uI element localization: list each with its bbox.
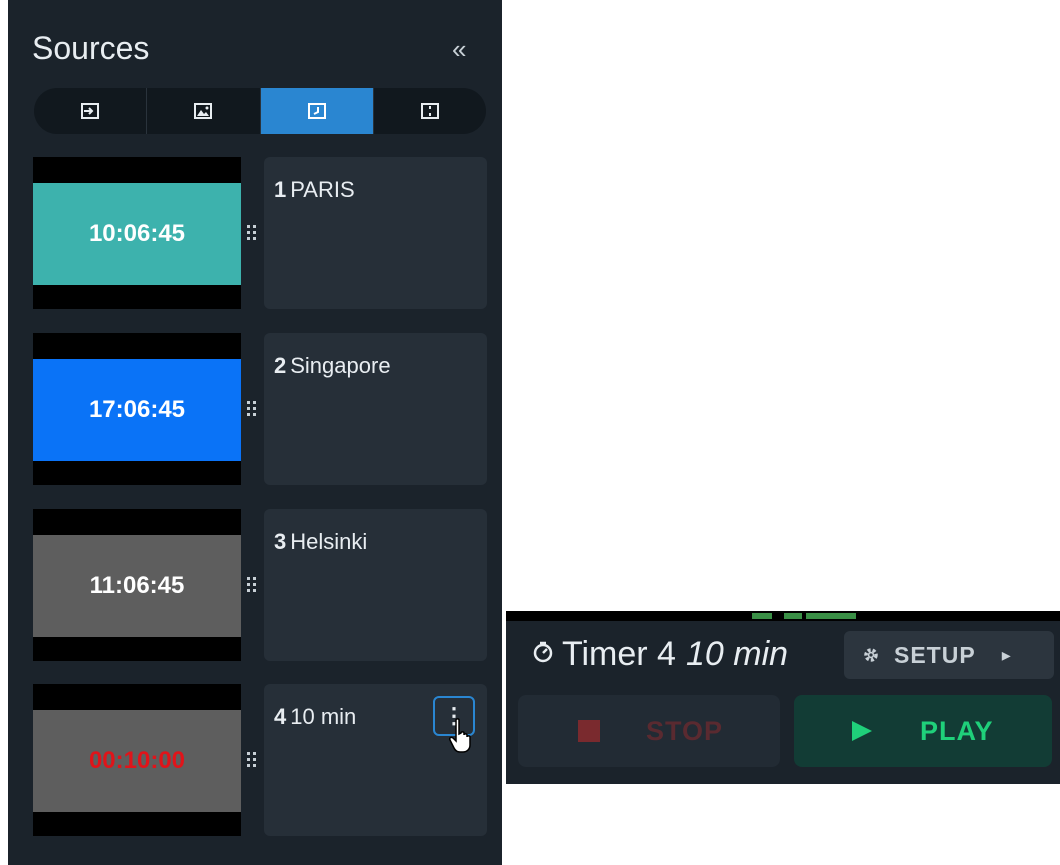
timer-time: 00:10:00	[33, 710, 241, 812]
tab-images[interactable]	[147, 88, 261, 134]
timer-duration: 10 min	[685, 635, 789, 673]
clock-icon	[307, 103, 326, 119]
program-strip	[506, 611, 1060, 621]
hand-cursor-icon	[449, 718, 471, 753]
timer-icon	[533, 641, 553, 663]
timer-title: Timer 4	[562, 635, 676, 673]
source-card[interactable]: 11:06:45 3 Helsinki	[33, 509, 487, 661]
play-icon	[852, 721, 872, 741]
stop-button[interactable]: STOP	[518, 695, 780, 767]
source-number: 1	[274, 177, 287, 202]
source-thumbnail[interactable]: 11:06:45	[33, 509, 241, 661]
source-card[interactable]: 10:06:45 1 PARIS	[33, 157, 487, 309]
timer-control: Timer 4 10 min SETUP ▸ STOP PLAY	[506, 611, 1060, 784]
setup-button[interactable]: SETUP ▸	[844, 631, 1054, 679]
clock-time: 11:06:45	[33, 535, 241, 637]
collapse-icon[interactable]: «	[452, 36, 466, 62]
clock-time: 10:06:45	[33, 183, 241, 285]
source-card[interactable]: 17:06:45 2 Singapore	[33, 333, 487, 485]
drag-handle-icon[interactable]	[247, 401, 257, 417]
tab-inputs[interactable]	[34, 88, 148, 134]
source-type-tabs	[34, 88, 486, 134]
input-icon	[81, 103, 100, 119]
source-info[interactable]: 2 Singapore	[264, 333, 487, 485]
clock-time: 17:06:45	[33, 359, 241, 461]
source-card[interactable]: 00:10:00 4 10 min ⋮	[33, 684, 487, 836]
stop-icon	[578, 720, 600, 742]
source-name: Helsinki	[290, 529, 368, 554]
play-label: PLAY	[920, 715, 994, 746]
image-icon	[194, 103, 213, 119]
source-name: Singapore	[290, 353, 391, 378]
source-name: 10 min	[290, 704, 357, 729]
source-info[interactable]: 3 Helsinki	[264, 509, 487, 661]
setup-label: SETUP	[894, 641, 976, 668]
tab-timers[interactable]	[260, 88, 374, 134]
source-thumbnail[interactable]: 00:10:00	[33, 684, 241, 836]
source-number: 4	[274, 704, 287, 729]
stop-label: STOP	[646, 715, 724, 746]
source-name: PARIS	[290, 177, 355, 202]
timer-heading: Timer 4 10 min	[532, 635, 788, 674]
source-number: 2	[274, 353, 287, 378]
source-info[interactable]: 1 PARIS	[264, 157, 487, 309]
drag-handle-icon[interactable]	[247, 752, 257, 768]
sources-panel: Sources « 10:06:45 1 PARIS 17:06:45 2 Si…	[8, 0, 502, 865]
source-thumbnail[interactable]: 10:06:45	[33, 157, 241, 309]
tab-layouts[interactable]	[374, 88, 486, 134]
gear-icon	[864, 648, 878, 662]
source-info[interactable]: 4 10 min ⋮	[264, 684, 487, 836]
panel-title: Sources	[32, 30, 150, 66]
source-thumbnail[interactable]: 17:06:45	[33, 333, 241, 485]
chevron-right-icon: ▸	[1001, 644, 1011, 665]
drag-handle-icon[interactable]	[247, 577, 257, 593]
source-number: 3	[274, 529, 287, 554]
drag-handle-icon[interactable]	[247, 225, 257, 241]
layout-icon	[420, 103, 439, 119]
play-button[interactable]: PLAY	[794, 695, 1052, 767]
